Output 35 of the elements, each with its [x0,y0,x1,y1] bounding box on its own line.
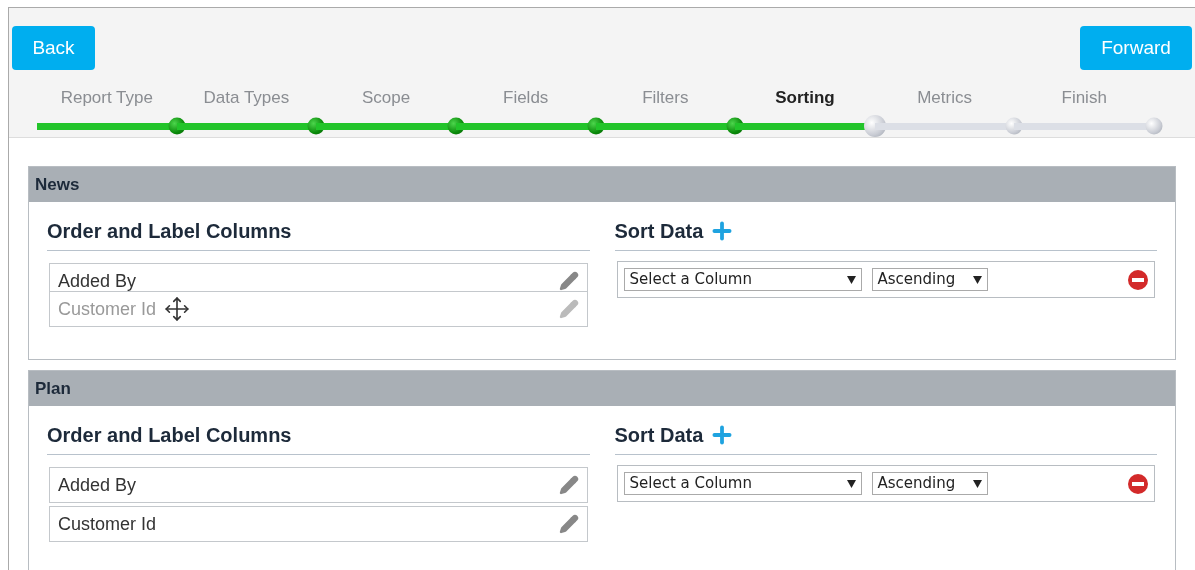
caret-icon [846,275,856,284]
section-header: News [29,167,1175,202]
column-label: Added By [58,269,137,293]
step-label: Fields [503,88,549,107]
remove-icon[interactable] [1128,269,1148,290]
column-select[interactable]: Select a Column [623,268,862,291]
pencil-icon[interactable] [558,475,579,495]
step-label: Report Type [60,88,153,107]
column-label: Added By [58,473,137,497]
step-label: Metrics [917,88,972,107]
panel-heading: Sort Data [614,423,704,448]
remove-icon[interactable] [1128,473,1148,494]
panel-heading: Order and Label Columns [47,424,292,446]
caret-icon [972,479,982,488]
column-item[interactable]: Added By [49,467,588,503]
column-select[interactable]: Select a Column [623,472,862,495]
column-label: Customer Id [58,512,157,536]
step-label: Scope [361,88,411,107]
step-label: Filters [642,88,689,107]
step-label: Finish [1061,88,1107,107]
step-label: Sorting [775,88,835,107]
column-item[interactable]: Customer Id [49,506,588,542]
direction-select[interactable]: Ascending [871,268,988,291]
caret-icon [972,275,982,284]
panel-heading: Order and Label Columns [47,220,292,242]
pencil-icon[interactable] [558,299,579,319]
panel-heading: Sort Data [614,219,704,244]
pencil-icon[interactable] [558,514,579,534]
move-cursor-icon [164,296,191,322]
column-label: Customer Id [58,297,157,321]
pencil-icon[interactable] [558,271,579,291]
section-header: Plan [29,371,1175,406]
direction-select[interactable]: Ascending [871,472,988,495]
caret-icon [846,479,856,488]
step-label: Data Types [203,88,290,107]
